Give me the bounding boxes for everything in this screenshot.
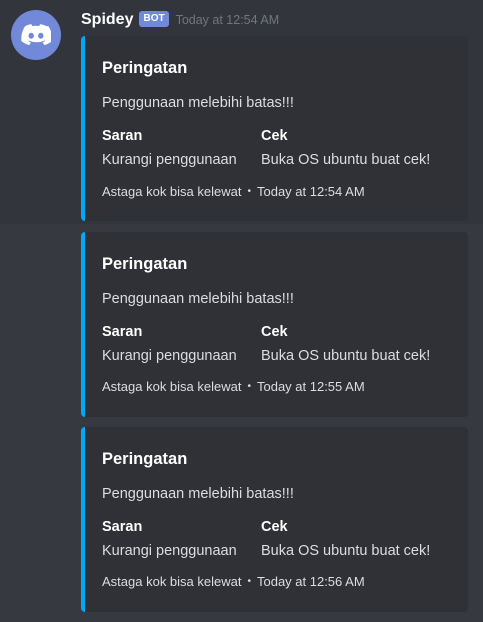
username[interactable]: Spidey — [81, 11, 133, 29]
footer-separator: • — [247, 186, 251, 197]
embed-field-name: Cek — [261, 324, 288, 340]
embed-field-name: Saran — [102, 519, 143, 535]
embed-footer-text: Astaga kok bisa kelewat — [102, 574, 242, 589]
embed-field-name: Saran — [102, 324, 143, 340]
embed-title: Peringatan — [102, 450, 188, 468]
embed: Peringatan Penggunaan melebihi batas!!! … — [81, 427, 468, 612]
embed-field-value: Kurangi penggunaan — [102, 543, 237, 559]
embed-field-value: Kurangi penggunaan — [102, 152, 237, 168]
embed-footer-text: Astaga kok bisa kelewat — [102, 184, 242, 199]
embed-field-name: Cek — [261, 519, 288, 535]
embed-field-value: Buka OS ubuntu buat cek! — [261, 543, 431, 559]
embed-title: Peringatan — [102, 59, 188, 77]
chat-message: Spidey BOT Today at 12:54 AM Peringatan … — [0, 0, 483, 622]
embed-footer-timestamp: Today at 12:56 AM — [256, 574, 365, 589]
embed-description: Penggunaan melebihi batas!!! — [102, 486, 294, 502]
footer-separator: • — [247, 576, 251, 587]
embed-field-name: Cek — [261, 128, 288, 144]
footer-separator: • — [247, 381, 251, 392]
embed-field-value: Buka OS ubuntu buat cek! — [261, 152, 431, 168]
embed-footer: Astaga kok bisa kelewat • Today at 12:55… — [102, 379, 365, 394]
embed-title: Peringatan — [102, 255, 188, 273]
embed: Peringatan Penggunaan melebihi batas!!! … — [81, 232, 468, 417]
discord-logo-icon — [21, 24, 51, 46]
embed-field-value: Kurangi penggunaan — [102, 348, 237, 364]
embed-field-value: Buka OS ubuntu buat cek! — [261, 348, 431, 364]
avatar[interactable] — [11, 10, 61, 60]
embed-footer-timestamp: Today at 12:55 AM — [256, 379, 365, 394]
bot-badge: BOT — [139, 11, 169, 27]
message-header: Spidey BOT Today at 12:54 AM — [81, 9, 279, 31]
embed-description: Penggunaan melebihi batas!!! — [102, 291, 294, 307]
embed-footer-timestamp: Today at 12:54 AM — [256, 184, 365, 199]
embed-footer-text: Astaga kok bisa kelewat — [102, 379, 242, 394]
embed-field-name: Saran — [102, 128, 143, 144]
embed-footer: Astaga kok bisa kelewat • Today at 12:56… — [102, 574, 365, 589]
message-timestamp[interactable]: Today at 12:54 AM — [176, 13, 280, 27]
embed-description: Penggunaan melebihi batas!!! — [102, 95, 294, 111]
embed-footer: Astaga kok bisa kelewat • Today at 12:54… — [102, 184, 365, 199]
embed: Peringatan Penggunaan melebihi batas!!! … — [81, 36, 468, 221]
